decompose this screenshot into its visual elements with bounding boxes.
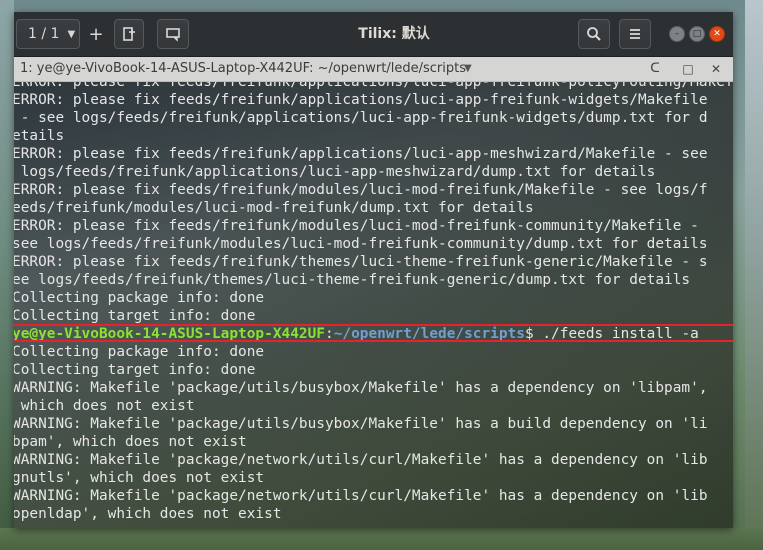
- terminal-line: ERROR: please fix feeds/freifunk/themes/…: [14, 254, 708, 270]
- chevron-down-icon: ▼: [67, 28, 76, 40]
- terminal-line: WARNING: Makefile 'package/utils/busybox…: [14, 380, 708, 396]
- terminal-line: - see logs/feeds/freifunk/applications/l…: [14, 110, 708, 126]
- search-button[interactable]: [578, 19, 610, 49]
- minimize-window-button[interactable]: –: [669, 26, 685, 42]
- desktop-wallpaper-right: [745, 0, 763, 550]
- terminal-lines: ERROR: please fix feeds/freifunk/applica…: [14, 82, 733, 523]
- terminal-line: eeds/freifunk/modules/luci-mod-freifunk/…: [14, 200, 534, 216]
- terminal-line: ERROR: please fix feeds/freifunk/modules…: [14, 182, 708, 198]
- terminal-line: gnutls', which does not exist: [14, 470, 265, 486]
- window-title: Tilix: 默认: [358, 26, 430, 42]
- plus-icon: +: [88, 23, 104, 45]
- desktop-wallpaper-bottom: [0, 528, 763, 550]
- add-terminal-icon: [123, 27, 135, 41]
- add-terminal-button[interactable]: [114, 19, 144, 49]
- terminal-line: WARNING: Makefile 'package/network/utils…: [14, 452, 708, 468]
- header-bar: 1 / 1 ▼ + Tilix: 默认 – □ ✕: [14, 12, 733, 57]
- close-window-button[interactable]: ✕: [709, 26, 725, 42]
- maximize-terminal-icon[interactable]: □: [680, 57, 696, 81]
- chat-button[interactable]: [157, 19, 189, 49]
- prompt-path: ~/openwrt/lede/scripts: [333, 326, 525, 342]
- sync-input-icon[interactable]: ᑕ: [647, 57, 663, 81]
- terminal-line: logs/feeds/freifunk/applications/luci-ap…: [14, 164, 656, 180]
- terminal-line: WARNING: Makefile 'package/network/utils…: [14, 488, 708, 504]
- terminal-output[interactable]: ERROR: please fix feeds/freifunk/applica…: [14, 82, 733, 528]
- terminal-title[interactable]: 1: ye@ye-VivoBook-14-ASUS-Laptop-X442UF:…: [20, 57, 466, 81]
- terminal-tab-bar: 1: ye@ye-VivoBook-14-ASUS-Laptop-X442UF:…: [14, 57, 733, 82]
- close-icon: ✕: [713, 29, 721, 39]
- maximize-window-button[interactable]: □: [689, 26, 705, 42]
- search-icon: [587, 27, 601, 41]
- terminal-line: etails: [14, 128, 65, 144]
- terminal-line: Collecting package info: done: [14, 290, 265, 306]
- maximize-icon: □: [692, 29, 702, 39]
- hamburger-menu-icon: [630, 29, 640, 39]
- desktop-wallpaper-left: [0, 0, 14, 550]
- terminal-line: ERROR: please fix feeds/freifunk/applica…: [14, 146, 708, 162]
- terminal-line: Collecting target info: done: [14, 362, 256, 378]
- prompt-symbol: $: [524, 326, 543, 342]
- session-label: 1 / 1: [28, 26, 60, 42]
- terminal-line: which does not exist: [14, 398, 195, 414]
- terminal-line: Collecting package info: done: [14, 344, 265, 360]
- command-text: ./feeds install -a: [542, 326, 699, 342]
- terminal-line: see logs/feeds/freifunk/modules/luci-mod…: [14, 236, 708, 252]
- terminal-line: Collecting target info: done: [14, 308, 256, 324]
- terminal-line: WARNING: Makefile 'package/utils/busybox…: [14, 416, 708, 432]
- terminal-line: ERROR: please fix feeds/freifunk/applica…: [14, 92, 708, 108]
- command-line: ye@ye-VivoBook-14-ASUS-Laptop-X442UF:~/o…: [14, 324, 733, 343]
- session-switcher-button[interactable]: 1 / 1 ▼: [16, 19, 80, 49]
- chevron-down-icon[interactable]: ▼: [464, 57, 472, 81]
- close-terminal-icon[interactable]: ✕: [708, 57, 724, 81]
- terminal-line: ERROR: please fix feeds/freifunk/applica…: [14, 82, 733, 90]
- new-session-button[interactable]: +: [84, 19, 108, 49]
- prompt-separator: :: [324, 326, 334, 342]
- tilix-window: 1 / 1 ▼ + Tilix: 默认 – □ ✕ 1: ye@ye-VivoB…: [14, 12, 733, 528]
- terminal-line: ee logs/feeds/freifunk/themes/luci-theme…: [14, 272, 691, 288]
- chat-icon: [166, 28, 180, 42]
- terminal-line: ERROR: please fix feeds/freifunk/modules…: [14, 218, 699, 234]
- prompt-user-host: ye@ye-VivoBook-14-ASUS-Laptop-X442UF: [14, 326, 325, 342]
- menu-button[interactable]: [619, 19, 651, 49]
- terminal-line: bpam', which does not exist: [14, 434, 247, 450]
- terminal-line: openldap', which does not exist: [14, 506, 282, 522]
- minimize-icon: –: [674, 29, 680, 39]
